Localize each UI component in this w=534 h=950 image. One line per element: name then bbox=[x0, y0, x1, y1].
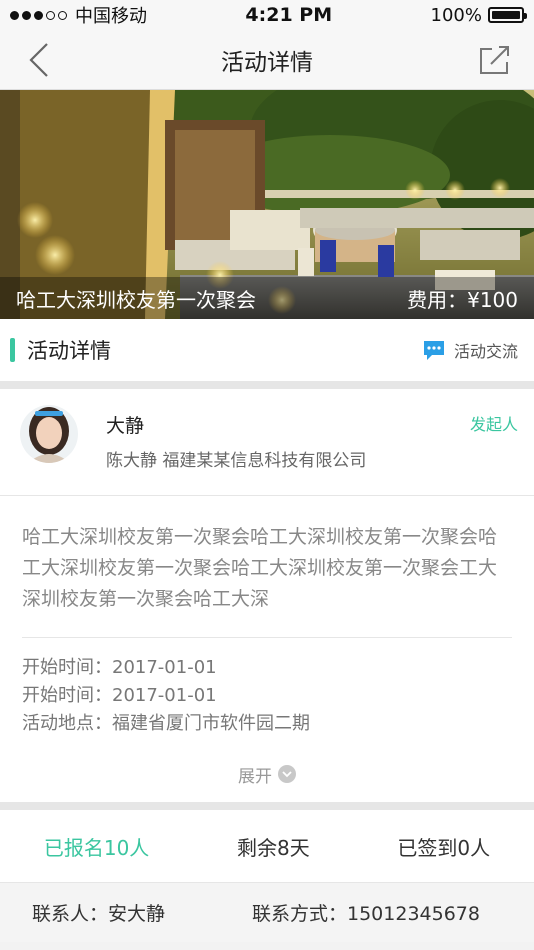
battery-icon bbox=[488, 7, 527, 23]
chat-bubble-icon bbox=[423, 341, 444, 360]
event-banner[interactable]: 哈工大深圳校友第一次聚会 费用：¥100 bbox=[0, 90, 534, 319]
contact-bar: 联系人：安大静 联系方式：15012345678 bbox=[0, 882, 534, 942]
nav-bar: 活动详情 bbox=[0, 30, 534, 90]
avatar-image bbox=[20, 405, 78, 463]
signal-strength-icon bbox=[10, 10, 67, 20]
event-description: 哈工大深圳校友第一次聚会哈工大深圳校友第一次聚会哈工大深圳校友第一次聚会哈工大深… bbox=[22, 496, 512, 638]
status-bar: 中国移动 4:21 PM 100% bbox=[0, 0, 534, 30]
organizer-name: 大静 bbox=[106, 415, 145, 437]
status-time: 4:21 PM bbox=[245, 4, 333, 26]
chevron-down-icon bbox=[278, 765, 296, 783]
event-fee: 费用：¥100 bbox=[407, 287, 518, 312]
chat-button[interactable]: 活动交流 bbox=[422, 338, 518, 362]
organizer-card[interactable]: 大静 陈大静 福建某某信息科技有限公司 发起人 bbox=[0, 389, 534, 496]
organizer-role-badge: 发起人 bbox=[469, 415, 518, 434]
registered-count[interactable]: 已报名10人 bbox=[44, 832, 149, 861]
back-button[interactable] bbox=[14, 35, 64, 85]
location-row: 活动地点：福建省厦门市软件园二期 bbox=[22, 713, 310, 734]
divider bbox=[0, 381, 534, 389]
organizer-detail: 陈大静 福建某某信息科技有限公司 bbox=[106, 451, 367, 471]
stats-bar: 已报名10人 剩余8天 已签到0人 bbox=[0, 810, 534, 882]
section-marker bbox=[10, 338, 15, 362]
chevron-left-icon bbox=[29, 42, 48, 77]
checked-in-count[interactable]: 已签到0人 bbox=[397, 832, 490, 861]
section-header: 活动详情 活动交流 bbox=[0, 319, 534, 381]
page-title: 活动详情 bbox=[221, 49, 313, 76]
contact-phone[interactable]: 联系方式：15012345678 bbox=[252, 899, 480, 926]
chat-label: 活动交流 bbox=[453, 342, 518, 361]
carrier-label: 中国移动 bbox=[75, 6, 147, 27]
contact-person: 联系人：安大静 bbox=[32, 903, 166, 925]
remaining-days: 剩余8天 bbox=[236, 835, 310, 860]
start-time-row: 开始时间：2017-01-01 bbox=[22, 685, 217, 706]
divider bbox=[0, 802, 534, 810]
banner-caption: 哈工大深圳校友第一次聚会 费用：¥100 bbox=[0, 277, 534, 319]
expand-label: 展开 bbox=[238, 766, 272, 787]
event-details: 哈工大深圳校友第一次聚会哈工大深圳校友第一次聚会哈工大深圳校友第一次聚会哈工大深… bbox=[0, 496, 534, 802]
expand-button[interactable]: 展开 bbox=[22, 746, 512, 802]
event-name: 哈工大深圳校友第一次聚会 bbox=[16, 287, 256, 312]
battery-percent: 100% bbox=[430, 4, 482, 26]
avatar[interactable] bbox=[20, 405, 78, 463]
event-meta: 开始时间：2017-01-01 开始时间：2017-01-01 活动地点：福建省… bbox=[22, 638, 512, 746]
share-icon bbox=[480, 45, 509, 74]
share-button[interactable] bbox=[470, 35, 520, 85]
start-time-row: 开始时间：2017-01-01 bbox=[22, 657, 217, 678]
section-title: 活动详情 bbox=[27, 339, 111, 363]
